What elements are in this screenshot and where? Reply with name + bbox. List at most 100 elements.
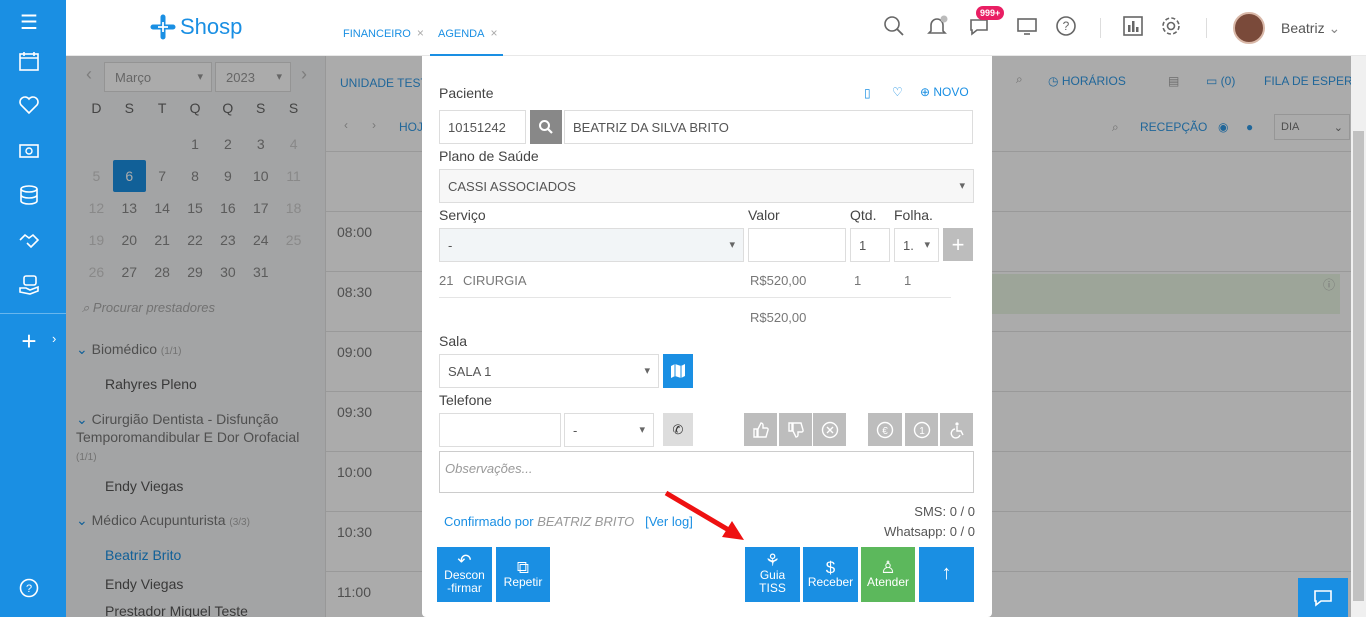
close-icon[interactable]: × <box>490 26 497 40</box>
search-icon[interactable] <box>883 15 905 43</box>
add-service-button[interactable]: + <box>943 228 973 261</box>
number-one-icon: 1 <box>913 421 930 438</box>
scrollbar[interactable] <box>1351 56 1366 617</box>
total-value: R$520,00 <box>750 310 807 325</box>
menu-icon[interactable]: ☰ <box>0 10 58 35</box>
dislike-button[interactable] <box>779 413 812 446</box>
gear-icon[interactable] <box>1160 15 1182 43</box>
paciente-label: Paciente <box>439 85 494 101</box>
close-icon[interactable]: × <box>417 26 424 40</box>
currency-button[interactable]: € <box>868 413 902 446</box>
novo-link[interactable]: ⊕ NOVO <box>920 85 969 99</box>
service-valor: R$520,00 <box>750 273 807 288</box>
observacoes-textarea[interactable]: Observações... <box>439 451 974 493</box>
bell-icon[interactable] <box>926 15 948 43</box>
hand-care-icon[interactable] <box>0 274 58 296</box>
patient-name-field[interactable]: BEATRIZ DA SILVA BRITO <box>564 110 973 144</box>
tab-label: AGENDA <box>438 28 485 40</box>
service-folha: 1 <box>904 273 912 288</box>
add-icon[interactable]: + <box>0 326 58 357</box>
repeat-label: Repetir <box>503 574 543 589</box>
telefone-field[interactable] <box>439 413 561 447</box>
chevron-right-icon[interactable]: › <box>52 331 56 346</box>
plano-label: Plano de Saúde <box>439 148 539 164</box>
guia-tiss-button[interactable]: ⚘ Guia TISS <box>745 547 800 602</box>
heart-icon[interactable] <box>0 94 58 116</box>
scrollbar-thumb[interactable] <box>1353 131 1364 601</box>
undo-icon: ↶ <box>457 551 472 570</box>
tab-agenda[interactable]: AGENDA × <box>430 26 504 56</box>
valor-label: Valor <box>748 207 780 223</box>
divider <box>439 297 951 298</box>
doctor-icon: ♙ <box>880 557 896 577</box>
accessibility-button[interactable] <box>940 413 973 446</box>
heart-outline-icon[interactable]: ♡ <box>892 85 903 99</box>
cancel-button[interactable] <box>813 413 846 446</box>
confirmation-info: Confirmado por BEATRIZ BRITO [Ver log] <box>444 514 693 529</box>
repeat-button[interactable]: ⧉ Repetir <box>496 547 550 602</box>
servico-select[interactable]: - <box>439 228 744 262</box>
receber-button[interactable]: $ Receber <box>803 547 858 602</box>
sala-select[interactable]: SALA 1 <box>439 354 659 388</box>
cancel-circle-icon <box>821 421 838 438</box>
patient-search-button[interactable] <box>530 110 562 144</box>
chat-widget-button[interactable] <box>1298 578 1348 617</box>
thumbs-down-icon <box>787 421 804 438</box>
service-qtd: 1 <box>854 273 862 288</box>
telefone-label: Telefone <box>439 392 492 408</box>
help-icon[interactable]: ? <box>0 578 58 598</box>
dollar-circle-icon: $ <box>825 557 836 577</box>
logo-text: Shosp <box>180 14 243 39</box>
plus-icon: + <box>951 231 965 257</box>
thumbs-up-icon <box>752 421 769 438</box>
logo-icon <box>150 14 176 40</box>
tab-label: FINANCEIRO <box>343 28 411 40</box>
monitor-icon[interactable] <box>1016 15 1038 43</box>
like-button[interactable] <box>744 413 777 446</box>
unconfirm-label: Descon-firmar <box>444 568 485 595</box>
map-icon <box>671 364 685 378</box>
calendar-icon[interactable] <box>0 50 58 72</box>
confirmed-label: Confirmado por <box>444 514 534 529</box>
money-icon[interactable] <box>0 140 58 162</box>
map-button[interactable] <box>663 354 693 388</box>
app-logo[interactable]: Shosp <box>150 12 242 42</box>
patient-id-field[interactable]: 10151242 <box>439 110 526 144</box>
arrow-up-icon: ↑ <box>941 562 952 584</box>
svg-text:€: € <box>882 426 888 437</box>
folha-select[interactable]: 1. <box>894 228 939 262</box>
receber-label: Receber <box>807 574 854 589</box>
wheelchair-icon <box>950 421 964 439</box>
first-visit-button[interactable]: 1 <box>905 413 938 446</box>
unconfirm-button[interactable]: ↶ Descon-firmar <box>437 547 492 602</box>
user-name[interactable]: Beatriz <box>1281 20 1340 37</box>
red-arrow-annotation <box>664 490 744 540</box>
help-circle-icon[interactable]: ? <box>1055 15 1077 43</box>
rail-divider <box>0 313 66 314</box>
database-icon[interactable] <box>0 184 58 206</box>
qtd-label: Qtd. <box>850 207 877 223</box>
plano-select[interactable]: CASSI ASSOCIADOS <box>439 169 974 203</box>
divider <box>1100 18 1101 38</box>
svg-text:?: ? <box>1063 19 1070 33</box>
telefone-ddd-select[interactable]: - <box>564 413 654 447</box>
call-button[interactable]: ✆ <box>663 413 693 446</box>
service-name: CIRURGIA <box>463 273 527 288</box>
tab-financeiro[interactable]: FINANCEIRO × <box>343 26 424 40</box>
confirmed-by: BEATRIZ BRITO <box>537 514 635 529</box>
atender-button[interactable]: ♙ Atender <box>861 547 915 602</box>
mobile-icon[interactable]: ▯ <box>864 86 871 100</box>
top-bar: FINANCEIRO × AGENDA × <box>326 0 1366 56</box>
nav-rail: ☰ + › ? <box>0 0 66 617</box>
avatar[interactable] <box>1233 12 1265 44</box>
report-icon[interactable] <box>1122 15 1144 43</box>
svg-text:?: ? <box>26 583 32 595</box>
handshake-icon[interactable] <box>0 230 58 252</box>
valor-field[interactable] <box>748 228 846 262</box>
scroll-top-button[interactable]: ↑ <box>919 547 974 602</box>
novo-label: NOVO <box>933 85 969 99</box>
whatsapp-counter: Whatsapp: 0 / 0 <box>883 524 975 539</box>
atender-label: Atender <box>866 574 910 589</box>
qtd-field[interactable]: 1 <box>850 228 890 262</box>
servico-label: Serviço <box>439 207 486 223</box>
